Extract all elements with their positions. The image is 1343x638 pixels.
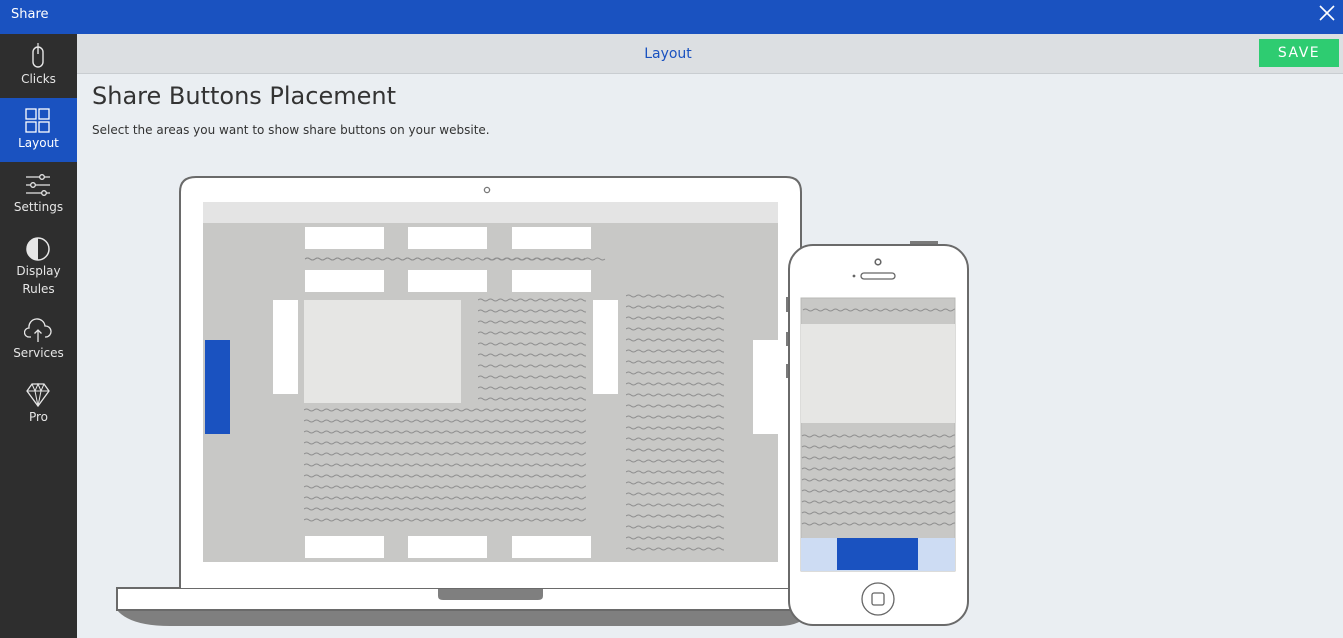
- sidebar-item-label: Display Rules: [16, 264, 61, 296]
- placement-content-left[interactable]: [273, 300, 298, 394]
- save-button[interactable]: SAVE: [1259, 39, 1339, 67]
- sidebar-item-settings[interactable]: Settings: [0, 162, 77, 226]
- sidebar-item-label: Services: [13, 346, 64, 360]
- placement-right-floating[interactable]: [753, 340, 778, 434]
- window-title: Share: [11, 7, 49, 22]
- sidebar-item-services[interactable]: Services: [0, 308, 77, 372]
- page-description: Select the areas you want to show share …: [92, 123, 490, 137]
- placement-content-right[interactable]: [593, 300, 618, 394]
- sidebar-item-label: Pro: [28, 410, 49, 424]
- sidebar-item-label: Layout: [18, 136, 59, 150]
- grid-icon: [25, 108, 50, 133]
- sidebar: Clicks Layout Settings Display Rules Ser…: [0, 34, 77, 638]
- sidebar-item-display-rules[interactable]: Display Rules: [0, 226, 77, 308]
- tab-bar: Layout SAVE: [77, 34, 1343, 74]
- sidebar-item-label: Clicks: [21, 72, 56, 86]
- placement-mobile-bottom-bar[interactable]: [801, 538, 955, 571]
- page-title: Share Buttons Placement: [92, 82, 396, 110]
- diamond-icon: [26, 382, 50, 408]
- contrast-icon: [26, 237, 50, 261]
- sidebar-item-pro[interactable]: Pro: [0, 372, 77, 436]
- sidebar-item-label: Settings: [13, 200, 64, 214]
- phone-illustration: [786, 241, 969, 626]
- sliders-icon: [26, 174, 50, 196]
- sidebar-item-clicks[interactable]: Clicks: [0, 34, 77, 98]
- sidebar-item-layout[interactable]: Layout: [0, 98, 77, 162]
- tab-layout[interactable]: Layout: [77, 46, 1259, 62]
- placement-left-floating[interactable]: [205, 340, 230, 434]
- title-bar: Share: [0, 0, 1343, 34]
- cloud-upload-icon: [24, 318, 52, 342]
- close-icon[interactable]: [1318, 4, 1336, 22]
- mouse-icon: [32, 43, 44, 68]
